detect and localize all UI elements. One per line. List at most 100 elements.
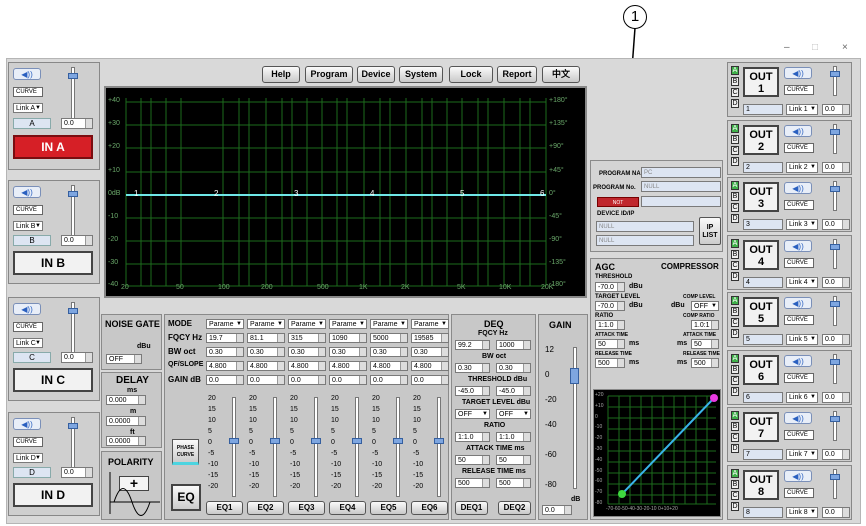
eq-freq-input[interactable]: 5000 bbox=[370, 333, 408, 343]
output-route-d[interactable]: D bbox=[731, 156, 739, 166]
output-link-select[interactable]: Link 2 bbox=[786, 161, 818, 173]
output-fader-knob[interactable] bbox=[830, 128, 840, 135]
deq-target-2[interactable]: OFF bbox=[496, 409, 531, 419]
eq-gain-fader-knob[interactable] bbox=[352, 438, 362, 444]
eq-slope-input[interactable]: 4.800 bbox=[206, 361, 244, 371]
deq-ratio-2[interactable]: 1:1.0 bbox=[496, 432, 531, 442]
output-curve-checkbox[interactable]: CURVE bbox=[784, 85, 814, 95]
eq-mode-select[interactable]: Parame bbox=[329, 319, 367, 329]
eq-band-button[interactable]: EQ4 bbox=[329, 501, 366, 515]
output-speaker-mute-button[interactable]: ◀)) bbox=[784, 469, 812, 482]
eq-freq-input[interactable]: 81.1 bbox=[247, 333, 285, 343]
speaker-mute-button[interactable]: ◀)) bbox=[13, 418, 41, 430]
output-select-button[interactable]: OUT 3 bbox=[743, 182, 779, 212]
eq-freq-input[interactable]: 19585 bbox=[411, 333, 449, 343]
deq-ratio-1[interactable]: 1:1.0 bbox=[455, 432, 490, 442]
eq-point-marker[interactable]: 3 bbox=[294, 189, 298, 198]
deq2-button[interactable]: DEQ2 bbox=[498, 501, 531, 515]
output-curve-checkbox[interactable]: CURVE bbox=[784, 372, 814, 383]
output-gain-input[interactable]: 0.0 bbox=[822, 161, 850, 173]
output-route-a[interactable]: A bbox=[731, 181, 739, 190]
output-route-d[interactable]: D bbox=[731, 444, 739, 453]
speaker-mute-button[interactable]: ◀)) bbox=[13, 303, 41, 315]
comp-ratio-input[interactable]: 1.0:1 bbox=[691, 320, 719, 330]
eq-gain-fader-knob[interactable] bbox=[229, 438, 239, 444]
eq-slope-input[interactable]: 4.800 bbox=[411, 361, 449, 371]
input-select-button[interactable]: IN C bbox=[13, 368, 93, 392]
output-route-a[interactable]: A bbox=[731, 411, 739, 420]
output-route-a[interactable]: A bbox=[731, 468, 739, 478]
comp-attack-input[interactable]: 50 bbox=[691, 339, 719, 349]
output-speaker-mute-button[interactable]: ◀)) bbox=[784, 297, 812, 309]
eq-gain-fader-track[interactable] bbox=[355, 397, 359, 497]
input-gain-input[interactable]: 0.0 bbox=[61, 235, 93, 246]
input-select-button[interactable]: IN B bbox=[13, 251, 93, 275]
output-name-field[interactable]: 8 bbox=[743, 506, 783, 518]
ratio-input[interactable]: 1:1.0 bbox=[595, 320, 625, 330]
release-input[interactable]: 500 bbox=[595, 358, 625, 368]
input-gain-input[interactable]: 0.0 bbox=[61, 352, 93, 363]
target-level-input[interactable]: -70.0 bbox=[595, 301, 625, 311]
output-route-a[interactable]: A bbox=[731, 66, 739, 75]
eq-point-marker[interactable]: 1 bbox=[134, 189, 138, 198]
eq-gain-fader-track[interactable] bbox=[396, 397, 400, 497]
eq-freq-input[interactable]: 315 bbox=[288, 333, 326, 343]
maximize-button[interactable]: □ bbox=[812, 42, 818, 53]
output-route-b[interactable]: B bbox=[731, 479, 739, 489]
eq-gain-fader-track[interactable] bbox=[273, 397, 277, 497]
input-gain-input[interactable]: 0.0 bbox=[61, 467, 93, 478]
output-route-c[interactable]: C bbox=[731, 433, 739, 442]
output-gain-input[interactable]: 0.0 bbox=[822, 449, 850, 460]
output-speaker-mute-button[interactable]: ◀)) bbox=[784, 239, 812, 252]
eq-gain-fader-track[interactable] bbox=[437, 397, 441, 497]
output-curve-checkbox[interactable]: CURVE bbox=[784, 200, 814, 210]
eq-mode-select[interactable]: Parame bbox=[206, 319, 244, 329]
eq-point-marker[interactable]: 4 bbox=[370, 189, 374, 198]
output-route-c[interactable]: C bbox=[731, 490, 739, 500]
deq-target-1[interactable]: OFF bbox=[455, 409, 490, 419]
output-route-c[interactable]: C bbox=[731, 145, 739, 155]
eq-gain-fader-track[interactable] bbox=[232, 397, 236, 497]
report-button[interactable]: Report bbox=[497, 66, 537, 83]
device-id-field-1[interactable]: NULL bbox=[596, 221, 694, 232]
phase-curve-button[interactable]: PHASE CURVE bbox=[172, 439, 199, 465]
output-name-field[interactable]: 2 bbox=[743, 161, 783, 173]
output-route-c[interactable]: C bbox=[731, 203, 739, 212]
threshold-input[interactable]: -70.0 bbox=[595, 282, 625, 292]
output-select-button[interactable]: OUT 1 bbox=[743, 67, 779, 97]
output-route-a[interactable]: A bbox=[731, 353, 739, 363]
delay-ft-input[interactable]: 0.0000 bbox=[106, 436, 146, 446]
output-route-b[interactable]: B bbox=[731, 192, 739, 201]
output-gain-input[interactable]: 0.0 bbox=[822, 104, 850, 115]
eq-bw-input[interactable]: 0.30 bbox=[329, 347, 367, 357]
output-link-select[interactable]: Link 8 bbox=[786, 506, 818, 518]
eq-mode-select[interactable]: Parame bbox=[411, 319, 449, 329]
speaker-mute-button[interactable]: ◀)) bbox=[13, 186, 41, 198]
eq-button[interactable]: EQ bbox=[171, 484, 201, 511]
output-select-button[interactable]: OUT 5 bbox=[743, 297, 779, 327]
device-id-field-2[interactable]: NULL bbox=[596, 235, 694, 246]
output-select-button[interactable]: OUT 7 bbox=[743, 412, 779, 442]
input-fader-knob[interactable] bbox=[68, 73, 78, 79]
eq-freq-input[interactable]: 19.7 bbox=[206, 333, 244, 343]
output-gain-input[interactable]: 0.0 bbox=[822, 391, 850, 403]
eq-slope-input[interactable]: 4.800 bbox=[247, 361, 285, 371]
deq-attack-1[interactable]: 50 bbox=[455, 455, 490, 465]
eq-point-marker[interactable]: 5 bbox=[460, 189, 464, 198]
output-name-field[interactable]: 3 bbox=[743, 219, 783, 230]
comp-release-input[interactable]: 500 bbox=[691, 358, 719, 368]
eq-bw-input[interactable]: 0.30 bbox=[247, 347, 285, 357]
compressor-graph[interactable]: +20 +10 0 -10 -20 -30 -40 -50 -60 -70 -80 -70-60-5… bbox=[593, 389, 721, 517]
output-speaker-mute-button[interactable]: ◀)) bbox=[784, 67, 812, 79]
output-route-d[interactable]: D bbox=[731, 99, 739, 108]
output-route-a[interactable]: A bbox=[731, 238, 739, 248]
eq-gain-fader-track[interactable] bbox=[314, 397, 318, 497]
output-speaker-mute-button[interactable]: ◀)) bbox=[784, 354, 812, 367]
noise-gate-input[interactable]: OFF bbox=[106, 354, 142, 364]
language-button[interactable]: 中文 bbox=[542, 66, 580, 83]
deq-fqcy-2[interactable]: 1000 bbox=[496, 340, 531, 350]
eq-bw-input[interactable]: 0.30 bbox=[411, 347, 449, 357]
deq1-button[interactable]: DEQ1 bbox=[455, 501, 488, 515]
output-curve-checkbox[interactable]: CURVE bbox=[784, 487, 814, 498]
output-select-button[interactable]: OUT 4 bbox=[743, 239, 779, 270]
